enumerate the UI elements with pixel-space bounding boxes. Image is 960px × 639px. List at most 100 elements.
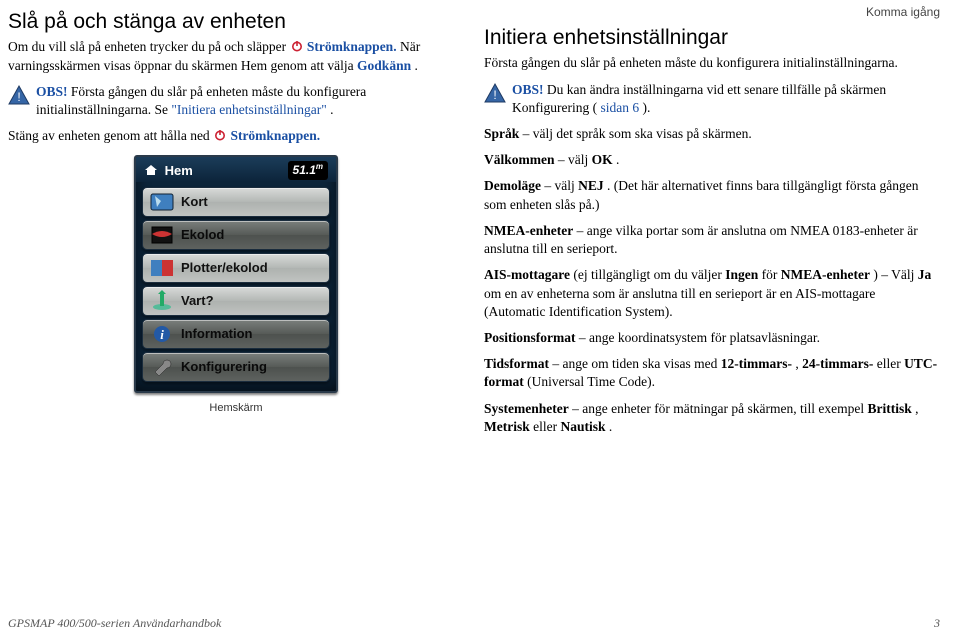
device-caption: Hemskärm <box>134 401 338 416</box>
device-menu: Kort Ekolod Plotter/ekolod Vart? <box>136 182 336 391</box>
term-accept: Godkänn <box>357 58 411 73</box>
text: . <box>414 58 417 73</box>
device-depth-value: 51.1 <box>293 163 316 177</box>
link-page-6: sidan 6 <box>600 100 639 115</box>
device-wrapper: Hem 51.1m Kort Ekolod <box>134 155 338 415</box>
device-title: Hem <box>144 162 193 180</box>
device-title-text: Hem <box>165 163 193 178</box>
text: Stäng av enheten genom att hålla ned <box>8 128 213 143</box>
term-tidsformat: Tidsformat <box>484 356 549 371</box>
text: ) – Välj <box>873 267 917 282</box>
menu-item-kort[interactable]: Kort <box>142 187 330 217</box>
term-sprak: Språk <box>484 126 519 141</box>
text: Du kan ändra inställningarna vid ett sen… <box>512 82 886 115</box>
home-icon <box>144 163 158 175</box>
heading-right: Initiera enhetsinställningar <box>484 24 940 52</box>
plotter-icon <box>149 257 175 279</box>
note-text: OBS! Första gången du slår på enheten må… <box>36 83 464 119</box>
obs-label: OBS! <box>36 84 68 99</box>
svg-text:i: i <box>160 327 164 342</box>
wrench-icon <box>149 356 175 378</box>
row-demolage: Demoläge – välj NEJ . (Det här alternati… <box>484 177 940 213</box>
where-icon <box>149 290 175 312</box>
row-tidsformat: Tidsformat – ange om tiden ska visas med… <box>484 355 940 391</box>
menu-item-ekolod[interactable]: Ekolod <box>142 220 330 250</box>
menu-label: Vart? <box>181 292 214 310</box>
info-icon: i <box>149 323 175 345</box>
term-valkommen: Välkommen <box>484 152 555 167</box>
left-column: Slå på och stänga av enheten Om du vill … <box>8 8 464 444</box>
term-power-button: Strömknappen. <box>307 39 397 54</box>
page-content: Slå på och stänga av enheten Om du vill … <box>0 0 960 444</box>
menu-label: Kort <box>181 193 208 211</box>
menu-item-plotter[interactable]: Plotter/ekolod <box>142 253 330 283</box>
note-text: OBS! Du kan ändra inställningarna vid et… <box>512 81 940 117</box>
paragraph-intro-right: Första gången du slår på enheten måste d… <box>484 54 940 72</box>
text: Om du vill slå på enheten trycker du på … <box>8 39 290 54</box>
map-icon <box>149 191 175 213</box>
power-icon <box>214 129 226 141</box>
section-label: Komma igång <box>866 4 940 20</box>
row-valkommen: Välkommen – välj OK . <box>484 151 940 169</box>
device-titlebar: Hem 51.1m <box>136 157 336 181</box>
device-depth-badge: 51.1m <box>288 161 328 179</box>
term-ais: AIS-mottagare <box>484 267 570 282</box>
term-nautisk: Nautisk <box>560 419 605 434</box>
menu-label: Information <box>181 325 253 343</box>
text: om en av enheterna som är anslutna till … <box>484 286 875 319</box>
text: . <box>330 102 333 117</box>
menu-label: Konfigurering <box>181 358 267 376</box>
footer-page-number: 3 <box>934 615 940 631</box>
device-depth-unit: m <box>316 162 323 171</box>
term-ja: Ja <box>918 267 932 282</box>
term-positionsformat: Positionsformat <box>484 330 576 345</box>
term-brittisk: Brittisk <box>868 401 912 416</box>
text: – ange enheter för mätningar på skärmen,… <box>572 401 867 416</box>
text: – välj <box>544 178 578 193</box>
menu-item-vart[interactable]: Vart? <box>142 286 330 316</box>
term-demolage: Demoläge <box>484 178 541 193</box>
paragraph-power-off: Stäng av enheten genom att hålla ned Str… <box>8 127 464 145</box>
paragraph-power-on: Om du vill slå på enheten trycker du på … <box>8 38 464 74</box>
text: (ej tillgängligt om du väljer <box>573 267 725 282</box>
text: – ange om tiden ska visas med <box>552 356 720 371</box>
text: för <box>762 267 781 282</box>
text: . <box>609 419 612 434</box>
term-ok: OK <box>592 152 613 167</box>
term-nmea: NMEA-enheter <box>484 223 573 238</box>
row-nmea: NMEA-enheter – ange vilka portar som är … <box>484 222 940 258</box>
note-obs-right: ! OBS! Du kan ändra inställningarna vid … <box>484 81 940 117</box>
text: , <box>915 401 918 416</box>
row-positionsformat: Positionsformat – ange koordinatsystem f… <box>484 329 940 347</box>
footer-left: GPSMAP 400/500-serien Användarhandbok <box>8 615 221 631</box>
menu-item-konfigurering[interactable]: Konfigurering <box>142 352 330 382</box>
term-nej: NEJ <box>578 178 604 193</box>
heading-left: Slå på och stänga av enheten <box>8 8 464 36</box>
term-12h: 12-timmars- <box>721 356 792 371</box>
svg-text:!: ! <box>17 90 20 104</box>
menu-label: Ekolod <box>181 226 224 244</box>
power-icon <box>291 40 303 52</box>
term-nmea-enheter: NMEA-enheter <box>781 267 870 282</box>
text: eller <box>533 419 560 434</box>
menu-item-information[interactable]: i Information <box>142 319 330 349</box>
row-sprak: Språk – välj det språk som ska visas på … <box>484 125 940 143</box>
row-ais: AIS-mottagare (ej tillgängligt om du väl… <box>484 266 940 321</box>
device-screen: Hem 51.1m Kort Ekolod <box>134 155 338 392</box>
row-systemenheter: Systemenheter – ange enheter för mätning… <box>484 400 940 436</box>
svg-text:!: ! <box>493 88 496 102</box>
text: – välj <box>558 152 592 167</box>
link-initiera: "Initiera enhetsinställningar" <box>171 102 326 117</box>
text: . <box>616 152 619 167</box>
text: eller <box>877 356 904 371</box>
warning-icon: ! <box>8 84 30 106</box>
term-ingen: Ingen <box>725 267 758 282</box>
sonar-icon <box>149 224 175 246</box>
term-power-button: Strömknappen. <box>230 128 320 143</box>
warning-icon: ! <box>484 82 506 104</box>
text: – ange koordinatsystem för platsavläsnin… <box>579 330 820 345</box>
obs-label: OBS! <box>512 82 544 97</box>
note-obs-left: ! OBS! Första gången du slår på enheten … <box>8 83 464 119</box>
page-footer: GPSMAP 400/500-serien Användarhandbok 3 <box>8 615 940 631</box>
term-24h: 24-timmars- <box>802 356 873 371</box>
